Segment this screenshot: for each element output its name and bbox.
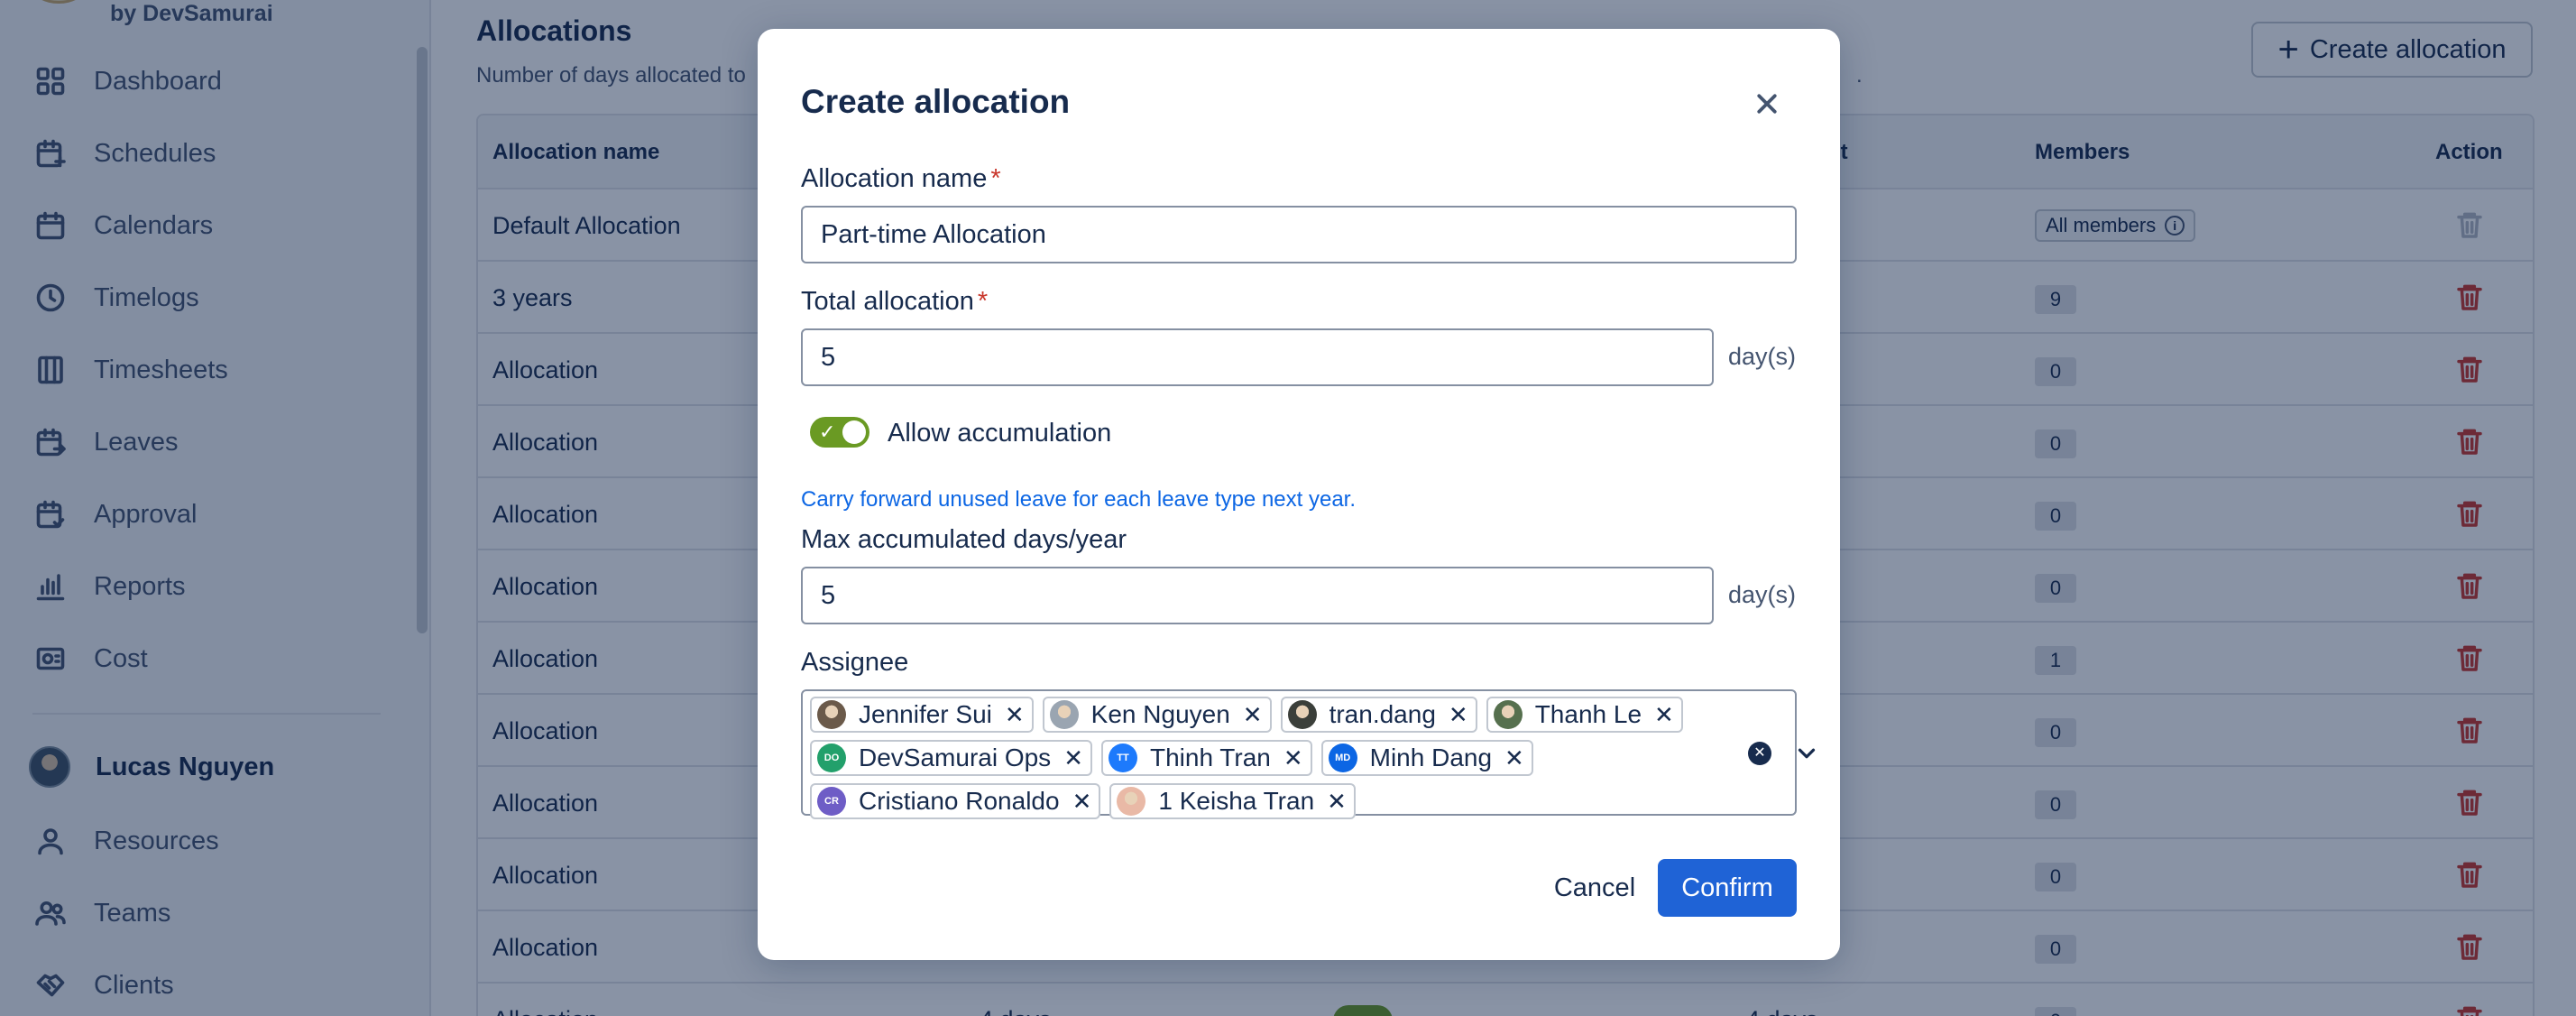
max-accumulated-unit: day(s) <box>1728 581 1797 608</box>
assignee-chip-name: DevSamurai Ops <box>859 744 1052 771</box>
avatar <box>817 700 846 729</box>
assignee-chip-name: Jennifer Sui <box>859 700 992 728</box>
avatar <box>1287 700 1317 729</box>
assignee-chip[interactable]: TT Thinh Tran ✕ <box>1100 740 1312 776</box>
check-icon: ✓ <box>819 420 836 443</box>
close-button[interactable] <box>1746 83 1788 125</box>
required-mark: * <box>977 287 989 316</box>
assignee-chip-name: Minh Dang <box>1369 744 1493 771</box>
max-accumulated-label: Max accumulated days/year <box>801 525 1127 554</box>
total-allocation-input[interactable]: 5 <box>801 328 1714 386</box>
assignee-chip-name: Thinh Tran <box>1149 744 1271 771</box>
remove-chip-icon[interactable]: ✕ <box>1327 790 1347 813</box>
modal-title: Create allocation <box>801 83 1071 120</box>
assignee-chip-name: Thanh Le <box>1534 700 1642 728</box>
assignee-chip[interactable]: 1 Keisha Tran ✕ <box>1109 783 1356 819</box>
allow-accumulation-label: Allow accumulation <box>888 419 1112 448</box>
avatar: CR <box>817 787 846 816</box>
assignee-chip[interactable]: Ken Nguyen ✕ <box>1042 697 1272 733</box>
avatar <box>1117 787 1146 816</box>
clear-all-icon[interactable]: ✕ <box>1748 742 1771 765</box>
avatar <box>1049 700 1079 729</box>
avatar: TT <box>1108 744 1137 772</box>
close-icon <box>1757 94 1777 114</box>
total-allocation-label: Total allocation * <box>801 287 988 317</box>
remove-chip-icon[interactable]: ✕ <box>1072 790 1092 813</box>
total-allocation-value: 5 <box>821 343 836 372</box>
allocation-name-label-text: Allocation name <box>801 164 988 193</box>
assignee-label: Assignee <box>801 648 909 677</box>
allocation-name-label: Allocation name * <box>801 164 1001 194</box>
assignee-chip-name: 1 Keisha Tran <box>1158 787 1315 815</box>
remove-chip-icon[interactable]: ✕ <box>1654 703 1674 726</box>
assignee-chip[interactable]: CR Cristiano Ronaldo ✕ <box>810 783 1101 819</box>
assignee-chip-name: tran.dang <box>1329 700 1436 728</box>
chip-row: DO DevSamurai Ops ✕ TT Thinh Tran ✕ MD Minh Dan… <box>810 740 1694 778</box>
remove-chip-icon[interactable]: ✕ <box>1504 746 1524 770</box>
assignee-chip[interactable]: DO DevSamurai Ops ✕ <box>810 740 1092 776</box>
assignee-chip[interactable]: MD Minh Dang ✕ <box>1320 740 1533 776</box>
allocation-name-value: Part-time Allocation <box>821 220 1046 249</box>
remove-chip-icon[interactable]: ✕ <box>1449 703 1468 726</box>
toggle-knob <box>842 420 866 444</box>
max-accumulated-input[interactable]: 5 <box>801 567 1714 624</box>
remove-chip-icon[interactable]: ✕ <box>1063 746 1083 770</box>
cancel-button[interactable]: Cancel <box>1537 859 1652 917</box>
remove-chip-icon[interactable]: ✕ <box>1005 703 1025 726</box>
chevron-down-icon[interactable] <box>1793 740 1820 767</box>
chip-row: Jennifer Sui ✕ Ken Nguyen ✕ tran.dang ✕ Thanh … <box>810 697 1694 734</box>
total-allocation-label-text: Total allocation <box>801 287 974 316</box>
assignee-chips: Jennifer Sui ✕ Ken Nguyen ✕ tran.dang ✕ Thanh … <box>810 697 1694 827</box>
create-allocation-modal: Create allocation Allocation name * Part-… <box>758 29 1840 960</box>
chip-row: CR Cristiano Ronaldo ✕ 1 Keisha Tran ✕ <box>810 783 1694 821</box>
accumulation-hint: Carry forward unused leave for each leav… <box>801 487 1356 512</box>
max-accumulated-value: 5 <box>821 581 836 610</box>
assignee-chip-name: Ken Nguyen <box>1090 700 1230 728</box>
total-allocation-unit: day(s) <box>1728 343 1797 370</box>
assignee-select[interactable]: Jennifer Sui ✕ Ken Nguyen ✕ tran.dang ✕ Thanh … <box>801 689 1816 819</box>
assignee-chip-name: Cristiano Ronaldo <box>859 787 1060 815</box>
assignee-chip[interactable]: tran.dang ✕ <box>1280 697 1477 733</box>
confirm-button[interactable]: Confirm <box>1658 859 1797 917</box>
avatar: DO <box>817 744 846 772</box>
remove-chip-icon[interactable]: ✕ <box>1283 746 1303 770</box>
assignee-chip[interactable]: Jennifer Sui ✕ <box>810 697 1034 733</box>
assignee-chip[interactable]: Thanh Le ✕ <box>1486 697 1683 733</box>
remove-chip-icon[interactable]: ✕ <box>1243 703 1263 726</box>
avatar <box>1493 700 1523 729</box>
avatar: MD <box>1328 744 1357 772</box>
required-mark: * <box>990 164 1001 193</box>
allow-accumulation-toggle[interactable]: ✓ <box>810 417 869 448</box>
allocation-name-input[interactable]: Part-time Allocation <box>801 206 1797 263</box>
